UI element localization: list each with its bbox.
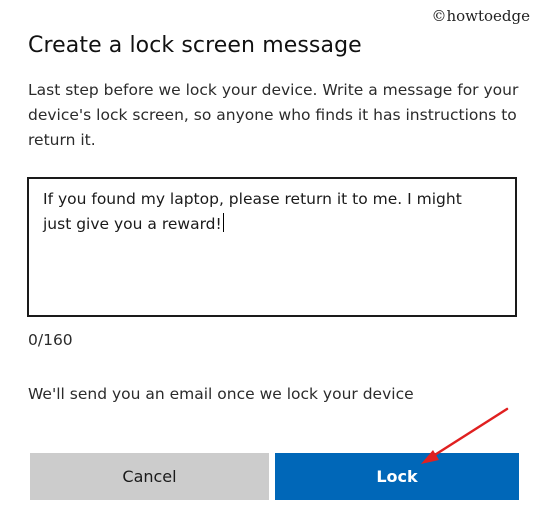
watermark: ©howtoedge (431, 7, 530, 25)
dialog-title: Create a lock screen message (28, 33, 362, 58)
message-line-2-text: just give you a reward! (43, 215, 222, 233)
lock-message-input[interactable]: If you found my laptop, please return it… (27, 177, 517, 317)
email-notice: We'll send you an email once we lock you… (28, 385, 414, 403)
text-caret (222, 213, 224, 232)
message-line-2: just give you a reward! (43, 212, 501, 237)
message-line-1: If you found my laptop, please return it… (43, 190, 462, 208)
character-counter: 0/160 (28, 331, 73, 349)
dialog-description: Last step before we lock your device. Wr… (28, 81, 519, 149)
arrow-shaft (428, 407, 509, 460)
cancel-button[interactable]: Cancel (30, 453, 269, 500)
lock-button[interactable]: Lock (275, 453, 519, 500)
